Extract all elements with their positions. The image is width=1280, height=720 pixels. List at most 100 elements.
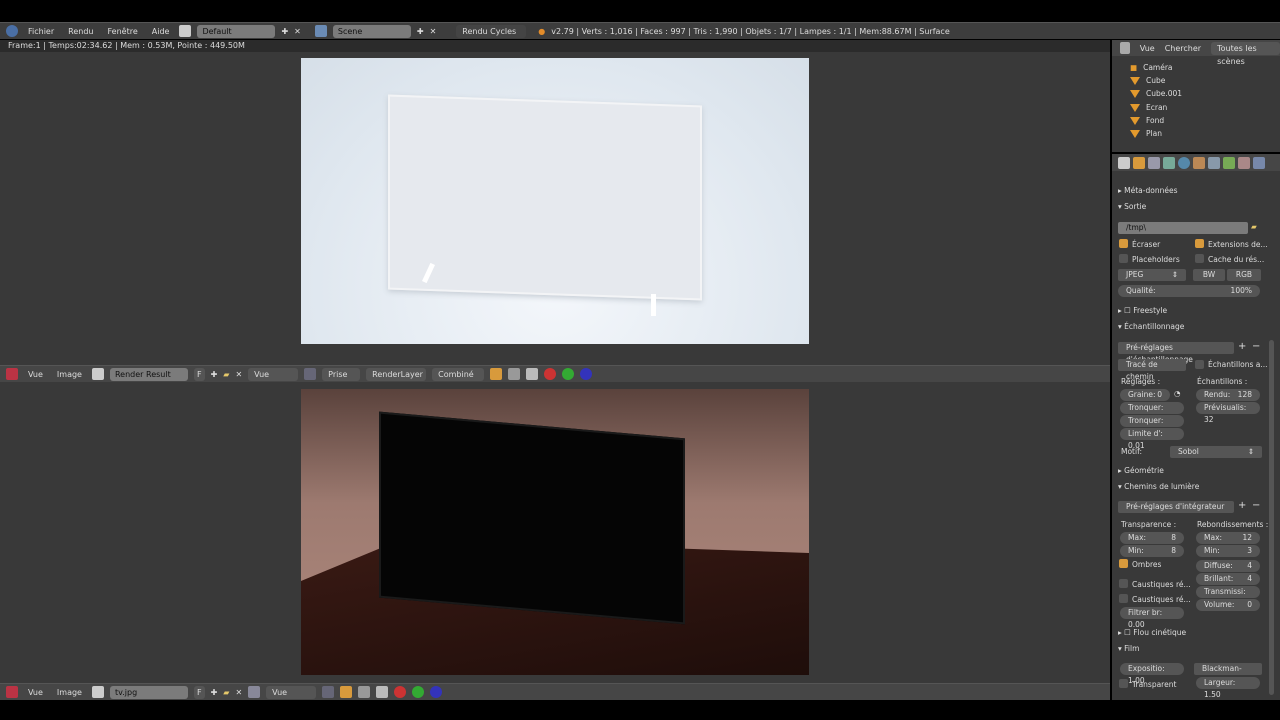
rgb-button[interactable]: RGB [1227,269,1261,281]
outliner-item-camera[interactable]: ■ Caméra [1130,63,1173,72]
bounce-min-field[interactable]: Min: 3 [1196,545,1260,557]
section-freestyle[interactable]: ▸ ☐ Freestyle [1118,306,1167,315]
clamp-indirect-field[interactable]: Tronquer: 1.00 [1120,415,1184,437]
menu-fenetre[interactable]: Fenêtre [104,27,142,36]
modifiers-tab-icon[interactable] [1223,156,1235,169]
unlink-image-icon[interactable]: ✕ [235,370,242,379]
shadows-checkbox[interactable] [1119,559,1128,568]
extensions-checkbox[interactable] [1195,239,1204,248]
light-threshold-field[interactable]: Limite d': 0.01 [1120,428,1184,450]
open-image-icon[interactable]: ▰ [223,370,229,379]
world-tab-icon[interactable] [1178,156,1190,169]
menu-image[interactable]: Image [53,370,86,379]
section-film[interactable]: ▾ Film [1118,644,1139,653]
render-layer-select[interactable]: RenderLayer [366,367,427,381]
integrator-select[interactable]: Tracé de chemin [1118,359,1186,381]
transp-min-field[interactable]: Min: 8 [1120,545,1184,557]
outliner-item-cube[interactable]: Cube [1130,76,1165,85]
section-flou[interactable]: ▸ ☐ Flou cinétique [1118,628,1186,637]
menu-vue[interactable]: Vue [24,688,47,697]
outliner-menu-vue[interactable]: Vue [1140,44,1155,53]
reference-view[interactable] [0,382,1110,683]
outliner-item-cube-001[interactable]: Cube.001 [1130,89,1182,98]
red-channel-icon[interactable] [394,686,407,698]
outliner-item-fond[interactable]: Fond [1130,116,1164,125]
color-alpha-icon[interactable] [340,686,353,698]
constraints-tab-icon[interactable] [1208,156,1220,169]
fake-user-button[interactable]: F [193,685,205,699]
close-scene-icon[interactable]: ✕ [430,27,437,36]
pass-select[interactable]: Combiné [432,367,485,381]
image-browse-icon[interactable] [91,368,104,380]
filter-glossy-field[interactable]: Filtrer br: 0.00 [1120,607,1184,629]
alpha-icon[interactable] [508,368,521,380]
glossy-field[interactable]: Brillant: 4 [1196,573,1260,585]
image-editor-icon[interactable] [6,686,18,698]
scene-field[interactable]: Scene [332,24,411,38]
section-chemins[interactable]: ▾ Chemins de lumière [1118,482,1199,491]
placeholders-checkbox[interactable] [1119,254,1128,263]
info-editor-icon[interactable] [6,25,18,37]
ecraser-checkbox[interactable] [1119,239,1128,248]
transmission-field[interactable]: Transmissi: 12 [1196,586,1260,608]
pixel-filter-select[interactable]: Blackman-Harris [1194,663,1262,685]
pivot-icon[interactable] [304,368,317,380]
render-samples-field[interactable]: Rendu: 128 [1196,389,1260,401]
diffuse-field[interactable]: Diffuse: 4 [1196,560,1260,572]
image-name-field[interactable]: tv.jpg [109,685,188,699]
menu-image[interactable]: Image [53,688,86,697]
add-layout-icon[interactable]: ✚ [281,27,288,36]
open-image-icon[interactable]: ▰ [223,688,229,697]
object-tab-icon[interactable] [1193,156,1205,169]
unlink-image-icon[interactable]: ✕ [235,688,242,697]
quality-slider[interactable]: Qualité: 100% [1118,285,1260,297]
view-mode-select[interactable]: Vue [266,685,317,699]
slot-select[interactable]: Prise 1 [322,367,361,392]
render-layers-tab-icon[interactable] [1148,156,1160,169]
pivot-icon[interactable] [322,686,335,698]
pattern-select[interactable]: Sobol ⇕ [1170,446,1262,458]
red-channel-icon[interactable] [544,368,557,380]
remove-preset-icon[interactable]: − [1252,500,1260,511]
transp-max-field[interactable]: Max: 8 [1120,532,1184,544]
section-echantillonnage[interactable]: ▾ Échantillonnage [1118,322,1184,331]
pin-icon[interactable] [248,686,261,698]
outliner-item-ecran[interactable]: Ecran [1130,103,1167,112]
outliner-item-plan[interactable]: Plan [1130,129,1162,138]
color-alpha-icon[interactable] [490,368,503,380]
outliner-icon[interactable] [1120,42,1130,54]
seed-clock-icon[interactable]: ◔ [1174,389,1181,398]
exposure-field[interactable]: Expositio: 1.00 [1120,663,1184,685]
render-engine-select[interactable]: Rendu Cycles [456,24,527,38]
properties-scrollbar[interactable] [1269,340,1274,695]
preview-samples-field[interactable]: Prévisualis: 32 [1196,402,1260,424]
seed-field[interactable]: Graine: 0 [1120,389,1170,401]
new-image-icon[interactable]: ✚ [211,688,218,697]
blue-channel-icon[interactable] [430,686,443,698]
cache-checkbox[interactable] [1195,254,1204,263]
texture-tab-icon[interactable] [1238,156,1250,169]
scene-icon[interactable] [314,25,327,37]
file-format-select[interactable]: JPEG ⇕ [1118,269,1186,281]
green-channel-icon[interactable] [412,686,425,698]
output-path-field[interactable]: /tmp\ [1118,222,1248,234]
square-samples-checkbox[interactable] [1195,360,1204,369]
menu-rendu[interactable]: Rendu [64,27,97,36]
image-editor-icon[interactable] [6,368,18,380]
z-buffer-icon[interactable] [526,368,539,380]
menu-fichier[interactable]: Fichier [24,27,58,36]
filter-width-field[interactable]: Largeur: 1.50 [1196,677,1260,699]
physics-tab-icon[interactable] [1253,156,1265,169]
sampling-presets-select[interactable]: Pré-réglages d'échantillonnage [1118,342,1234,364]
add-scene-icon[interactable]: ✚ [417,27,424,36]
integrator-presets-select[interactable]: Pré-réglages d'intégrateur [1118,501,1234,513]
z-buffer-icon[interactable] [376,686,389,698]
bounce-max-field[interactable]: Max: 12 [1196,532,1260,544]
display-mode-select[interactable]: Toutes les scènes [1211,41,1280,66]
close-layout-icon[interactable]: ✕ [294,27,301,36]
add-preset-icon[interactable]: + [1238,341,1246,352]
reflective-caustics-checkbox[interactable] [1119,579,1128,588]
refractive-caustics-checkbox[interactable] [1119,594,1128,603]
render-view[interactable]: Frame:1 | Temps:02:34.62 | Mem : 0.53M, … [0,40,1110,365]
fake-user-button[interactable]: F [193,367,205,381]
